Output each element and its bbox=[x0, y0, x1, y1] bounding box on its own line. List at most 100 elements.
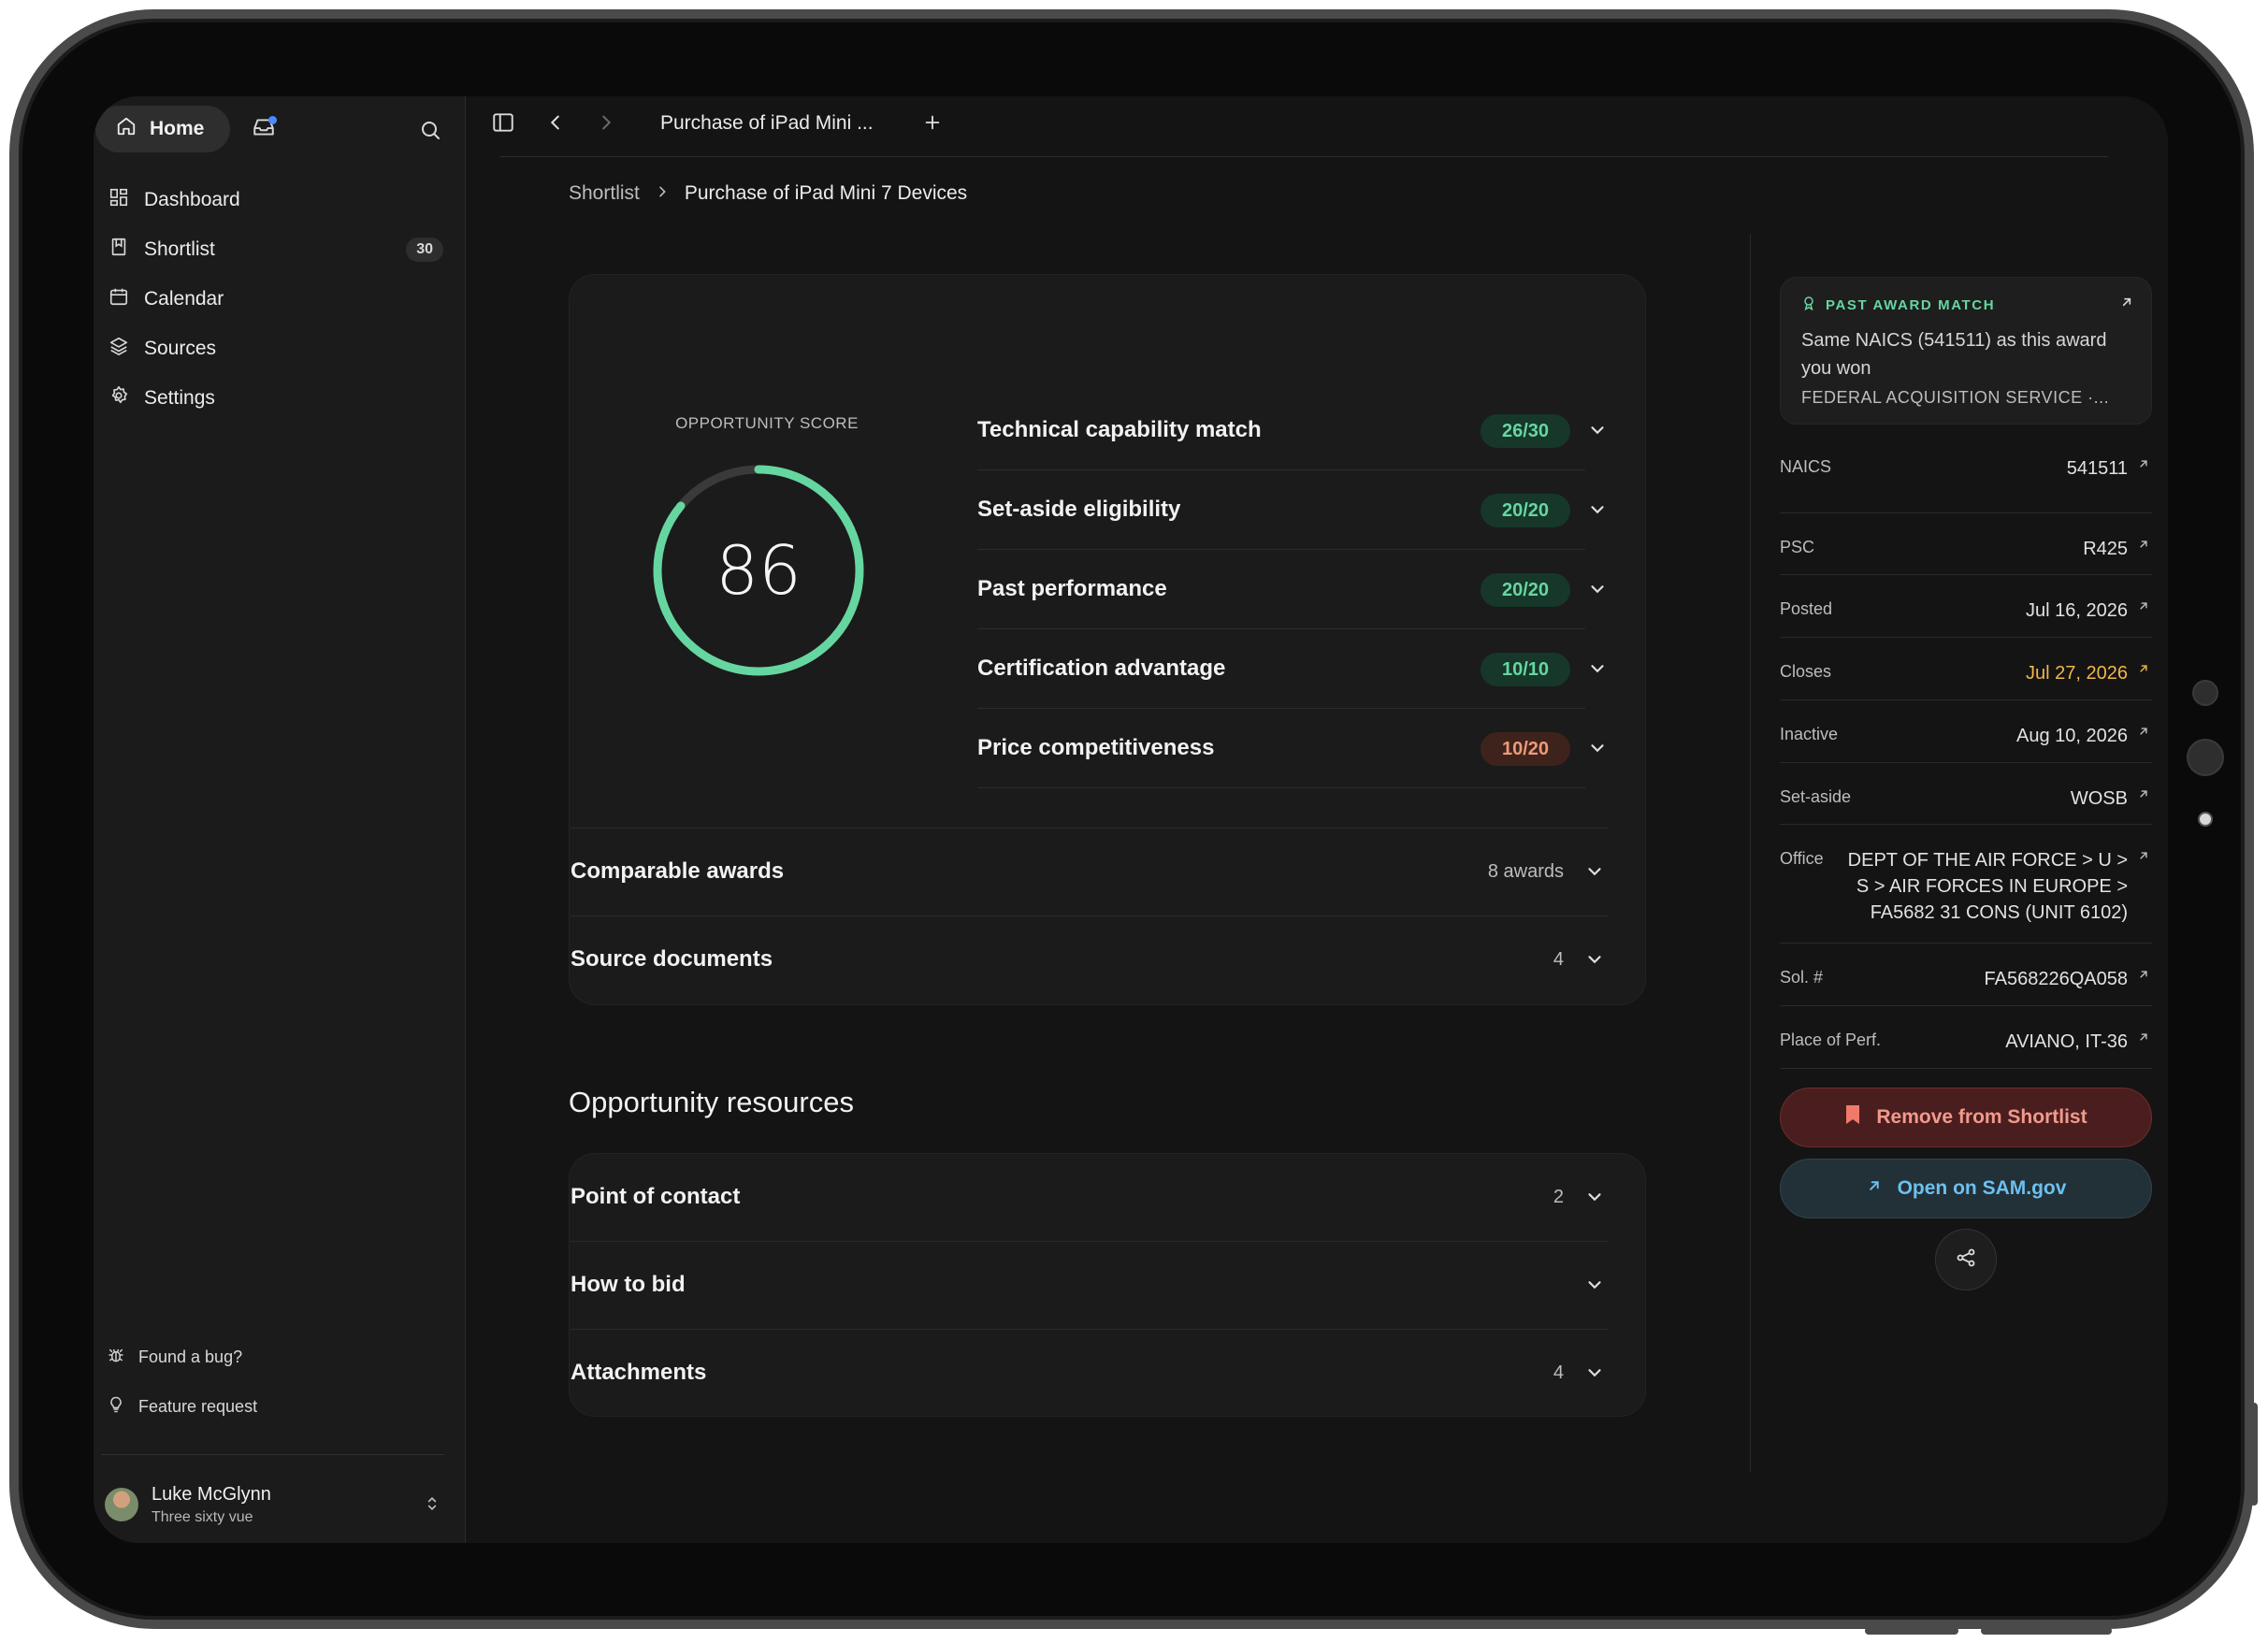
detail-closes[interactable]: Closes Jul 27, 2026 bbox=[1780, 638, 2152, 700]
chevron-right-icon bbox=[655, 182, 670, 205]
detail-solicitation-number[interactable]: Sol. # FA568226QA058 bbox=[1780, 944, 2152, 1006]
chevron-down-icon bbox=[1587, 658, 1608, 684]
sidebar-item-calendar[interactable]: Calendar bbox=[107, 274, 453, 324]
device-sensor bbox=[2192, 680, 2218, 706]
chevron-left-icon bbox=[545, 112, 566, 137]
point-of-contact-row[interactable]: Point of contact 2 bbox=[571, 1153, 1609, 1241]
home-icon bbox=[116, 116, 137, 142]
external-link-icon bbox=[2137, 725, 2150, 742]
feature-request-label: Feature request bbox=[138, 1397, 258, 1416]
new-tab-button[interactable] bbox=[914, 106, 951, 143]
gear-icon bbox=[108, 385, 129, 411]
detail-value: AVIANO, IT-36 bbox=[2005, 1031, 2128, 1052]
criterion-score-badge: 20/20 bbox=[1481, 494, 1570, 527]
chevron-down-icon bbox=[1587, 420, 1608, 445]
external-link-icon bbox=[2119, 295, 2134, 314]
row-title: Source documents bbox=[571, 946, 773, 972]
sidebar-item-label: Calendar bbox=[144, 287, 224, 310]
detail-value: Jul 27, 2026 bbox=[2026, 663, 2128, 684]
external-link-icon bbox=[1866, 1177, 1883, 1200]
comparable-awards-row[interactable]: Comparable awards 8 awards bbox=[571, 828, 1609, 915]
remove-from-shortlist-button[interactable]: Remove from Shortlist bbox=[1780, 1088, 2152, 1147]
detail-value: WOSB bbox=[2070, 788, 2128, 809]
attachments-row[interactable]: Attachments 4 bbox=[571, 1329, 1609, 1417]
detail-key: Office bbox=[1780, 849, 1824, 868]
row-title: Comparable awards bbox=[571, 858, 785, 884]
how-to-bid-row[interactable]: How to bid bbox=[571, 1241, 1609, 1329]
home-label: Home bbox=[150, 118, 205, 139]
device-bottom-button bbox=[1981, 1627, 2112, 1635]
detail-set-aside[interactable]: Set-aside WOSB bbox=[1780, 763, 2152, 825]
criterion-name: Past performance bbox=[977, 576, 1167, 601]
notification-dot bbox=[268, 116, 277, 124]
share-icon bbox=[1955, 1247, 1977, 1274]
device-flash bbox=[2198, 812, 2213, 827]
search-button[interactable] bbox=[412, 113, 449, 151]
feature-request-link[interactable]: Feature request bbox=[107, 1395, 257, 1419]
score-label: OPPORTUNITY SCORE bbox=[675, 414, 859, 432]
detail-office[interactable]: Office DEPT OF THE AIR FORCE > U > S > A… bbox=[1780, 825, 2152, 944]
breadcrumb-parent[interactable]: Shortlist bbox=[569, 182, 640, 205]
shortlist-count-badge: 30 bbox=[406, 238, 443, 262]
chevron-down-icon bbox=[1584, 1187, 1605, 1212]
home-button[interactable]: Home bbox=[95, 106, 230, 152]
open-sam-gov-button[interactable]: Open on SAM.gov bbox=[1780, 1159, 2152, 1218]
report-bug-link[interactable]: Found a bug? bbox=[107, 1346, 242, 1369]
app-screen: Home Dashboard Shortlist 30 Calendar Sou… bbox=[94, 96, 2168, 1543]
chevron-right-icon bbox=[596, 112, 616, 137]
detail-key: NAICS bbox=[1780, 457, 1832, 476]
user-menu[interactable]: Luke McGlynn Three sixty vue bbox=[105, 1478, 451, 1531]
sidebar-item-label: Shortlist bbox=[144, 238, 215, 260]
detail-psc[interactable]: PSC R425 bbox=[1780, 513, 2152, 575]
past-award-match-card[interactable]: PAST AWARD MATCH Same NAICS (541511) as … bbox=[1780, 277, 2152, 425]
criterion-score-badge: 10/10 bbox=[1481, 653, 1570, 686]
detail-key: Posted bbox=[1780, 599, 1833, 618]
panel-divider bbox=[1750, 234, 1751, 1472]
external-link-icon bbox=[2137, 599, 2150, 617]
award-tag: PAST AWARD MATCH bbox=[1801, 295, 1995, 315]
lightbulb-icon bbox=[107, 1395, 125, 1419]
detail-value: DEPT OF THE AIR FORCE > U > S > AIR FORC… bbox=[1847, 850, 2128, 923]
share-button[interactable] bbox=[1935, 1229, 1997, 1290]
chevron-down-icon bbox=[1587, 579, 1608, 604]
criterion-row[interactable]: Technical capability match 26/30 bbox=[977, 391, 1604, 470]
open-sam-label: Open on SAM.gov bbox=[1897, 1177, 2067, 1199]
criterion-row[interactable]: Certification advantage 10/10 bbox=[977, 629, 1604, 709]
chevron-down-icon bbox=[1584, 1362, 1605, 1388]
criterion-row[interactable]: Past performance 20/20 bbox=[977, 550, 1604, 629]
detail-inactive[interactable]: Inactive Aug 10, 2026 bbox=[1780, 700, 2152, 763]
detail-key: PSC bbox=[1780, 538, 1815, 556]
breadcrumb-current: Purchase of iPad Mini 7 Devices bbox=[684, 182, 968, 204]
criterion-row[interactable]: Set-aside eligibility 20/20 bbox=[977, 470, 1604, 550]
row-meta: 2 bbox=[1553, 1186, 1564, 1207]
chevron-down-icon bbox=[1584, 1275, 1605, 1300]
source-documents-row[interactable]: Source documents 4 bbox=[571, 915, 1609, 1003]
device-side-button bbox=[2250, 1403, 2258, 1506]
score-value: 86 bbox=[715, 531, 802, 610]
chevron-down-icon bbox=[1584, 861, 1605, 886]
sidebar-item-settings[interactable]: Settings bbox=[107, 373, 453, 423]
row-meta: 4 bbox=[1553, 1362, 1564, 1383]
tab-current[interactable]: Purchase of iPad Mini ... bbox=[660, 108, 874, 139]
device-bottom-button bbox=[1865, 1627, 1958, 1635]
topbar-divider bbox=[499, 156, 2108, 157]
detail-value: 541511 bbox=[2066, 458, 2128, 479]
user-org: Three sixty vue bbox=[152, 1508, 253, 1525]
sidebar-nav: Dashboard Shortlist 30 Calendar Sources bbox=[107, 175, 453, 423]
inbox-button[interactable] bbox=[245, 110, 282, 148]
award-description: Same NAICS (541511) as this award you wo… bbox=[1801, 330, 2107, 379]
detail-posted[interactable]: Posted Jul 16, 2026 bbox=[1780, 575, 2152, 638]
detail-naics[interactable]: NAICS 541511 bbox=[1780, 452, 2152, 513]
award-agency: FEDERAL ACQUISITION SERVICE ·... bbox=[1801, 388, 2110, 407]
criterion-score-badge: 26/30 bbox=[1481, 414, 1570, 448]
sidebar-item-shortlist[interactable]: Shortlist 30 bbox=[107, 224, 453, 274]
detail-place-of-performance[interactable]: Place of Perf. AVIANO, IT-36 bbox=[1780, 1006, 2152, 1069]
sidebar-item-sources[interactable]: Sources bbox=[107, 324, 453, 373]
sidebar-item-dashboard[interactable]: Dashboard bbox=[107, 175, 453, 224]
back-button[interactable] bbox=[537, 106, 574, 143]
forward-button[interactable] bbox=[587, 106, 625, 143]
detail-value: R425 bbox=[2083, 539, 2128, 559]
external-link-icon bbox=[2137, 968, 2150, 986]
toggle-sidebar-button[interactable] bbox=[484, 106, 522, 143]
criterion-row[interactable]: Price competitiveness 10/20 bbox=[977, 709, 1604, 788]
